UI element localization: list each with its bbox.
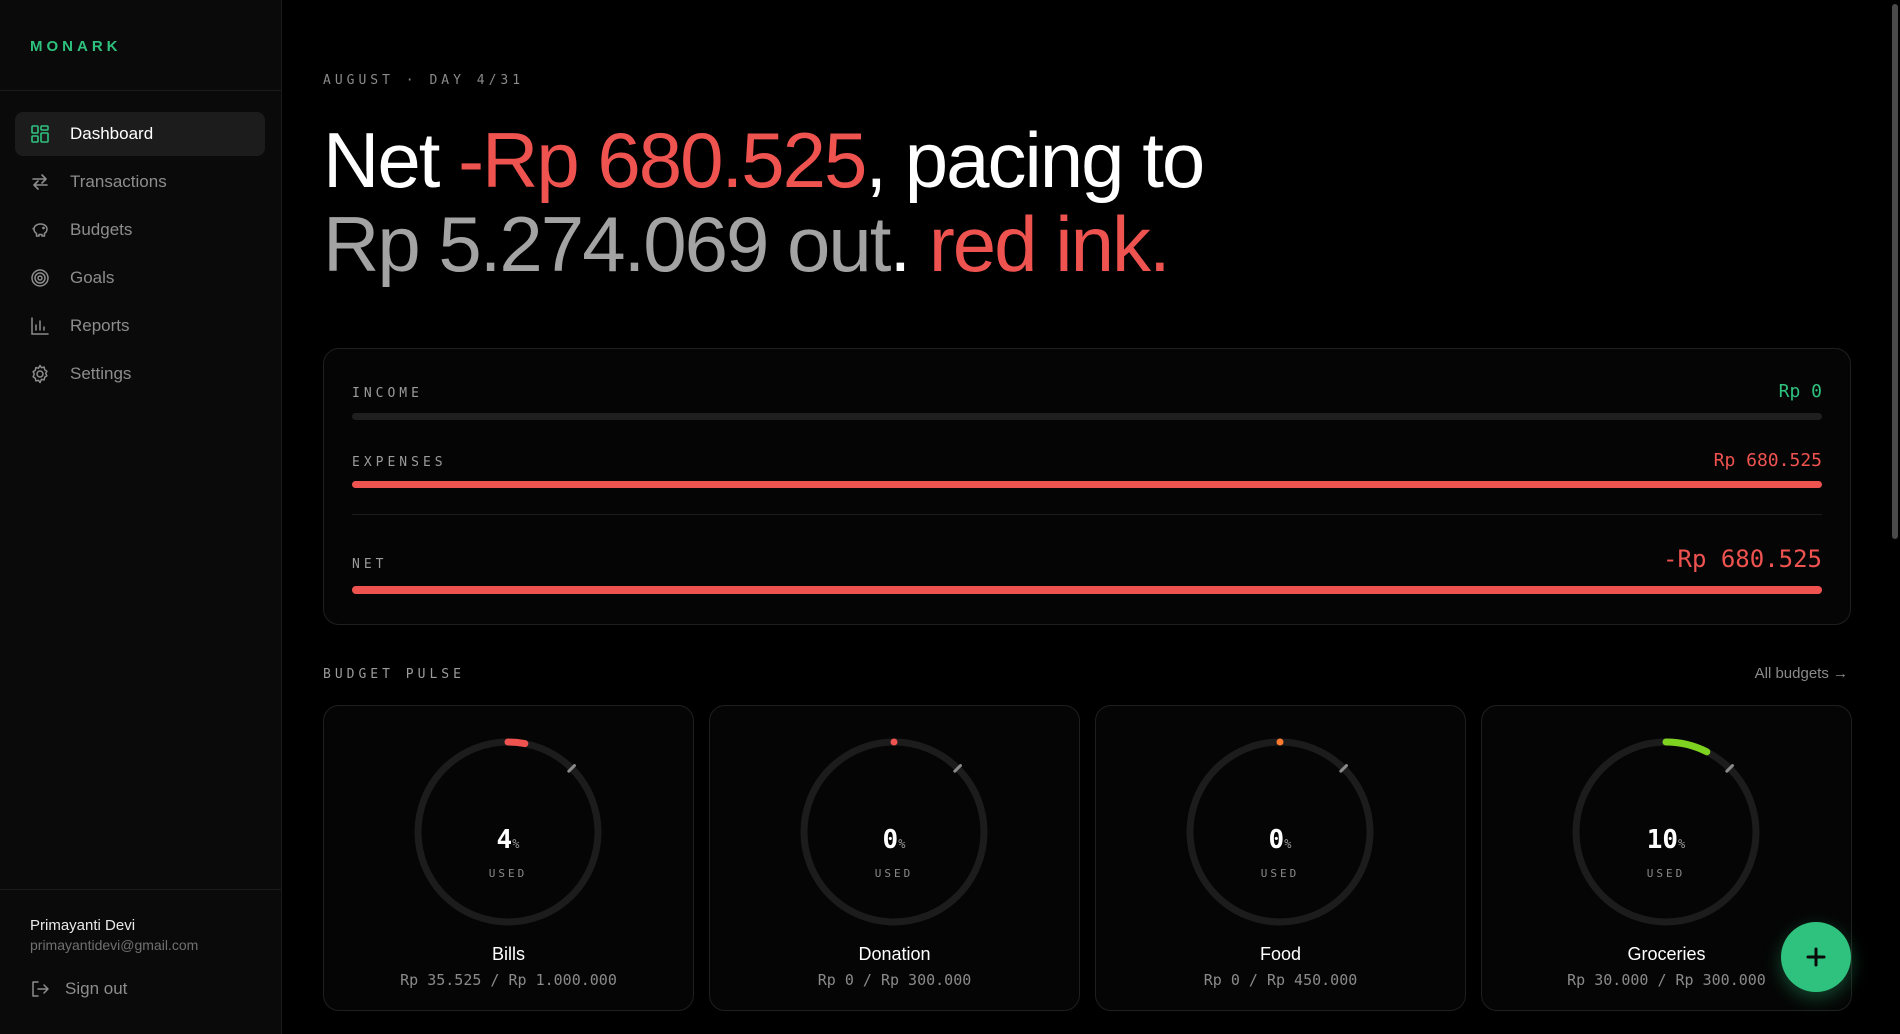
- expenses-bar: [352, 481, 1822, 488]
- headline-text: , pacing to: [865, 116, 1205, 204]
- income-value: Rp 0: [1778, 381, 1822, 402]
- budget-category-name: Food: [1259, 944, 1302, 964]
- sidebar-item-transactions[interactable]: Transactions: [15, 160, 265, 204]
- sidebar-item-budgets[interactable]: Budgets: [15, 208, 265, 252]
- gauge-percent-unit: %: [1284, 837, 1292, 851]
- gauge-progress-arc: [1662, 738, 1711, 756]
- transactions-icon: [30, 172, 50, 192]
- income-label: INCOME: [352, 386, 423, 401]
- gauge-percent-unit: %: [1678, 837, 1686, 851]
- gauge-percent-value: 0: [882, 825, 899, 855]
- sidebar-item-settings[interactable]: Settings: [15, 352, 265, 396]
- sidebar-item-label: Goals: [70, 268, 115, 287]
- headline-pacing-amount: Rp 5.274.069 out: [323, 200, 891, 288]
- target-icon: [30, 268, 50, 288]
- sidebar-item-label: Transactions: [70, 172, 167, 191]
- budget-gauge: 10% USED: [1564, 730, 1768, 934]
- dashboard-icon: [30, 124, 50, 144]
- sidebar-item-label: Settings: [70, 364, 132, 383]
- brand-logo[interactable]: MONARK: [30, 38, 122, 55]
- budget-gauge: 0% USED: [1178, 730, 1382, 934]
- headline-net-amount: -Rp 680.525: [458, 116, 867, 204]
- gauge-percent: 4%: [406, 825, 610, 855]
- user-email: primayantidevi@gmail.com: [30, 937, 199, 953]
- gauge-percent-unit: %: [898, 837, 906, 851]
- net-bar-fill: [352, 586, 1822, 594]
- page-headline: Net -Rp 680.525, pacing to Rp 5.274.069 o…: [323, 118, 1723, 286]
- sign-out-label: Sign out: [65, 979, 128, 998]
- sidebar-item-label: Dashboard: [70, 124, 154, 143]
- gauge-progress-dot: [890, 738, 898, 746]
- budget-amount: Rp 0 / Rp 450.000: [1203, 971, 1358, 989]
- gauge-used-label: USED: [874, 867, 914, 880]
- budget-pulse-title: BUDGET PULSE: [323, 667, 465, 682]
- gauge-used-label: USED: [1646, 867, 1686, 880]
- expenses-bar-fill: [352, 481, 1822, 488]
- budget-card[interactable]: 0% USED Food Rp 0 / Rp 450.000: [1095, 705, 1466, 1011]
- net-label: NET: [352, 557, 388, 572]
- piggy-bank-icon: [30, 220, 50, 240]
- budget-category-name: Bills: [491, 944, 525, 964]
- bar-chart-icon: [30, 316, 50, 336]
- sidebar-divider: [0, 90, 281, 91]
- all-budgets-link[interactable]: All budgets →: [1755, 665, 1848, 682]
- headline-text: .: [889, 200, 929, 288]
- sidebar-item-goals[interactable]: Goals: [15, 256, 265, 300]
- gauge-percent: 0%: [792, 825, 996, 855]
- plus-icon: [1806, 947, 1826, 967]
- sidebar-item-dashboard[interactable]: Dashboard: [15, 112, 265, 156]
- user-name: Primayanti Devi: [30, 917, 136, 934]
- expenses-label: EXPENSES: [352, 455, 447, 470]
- budget-amount: Rp 35.525 / Rp 1.000.000: [400, 971, 617, 989]
- gauge-used-label: USED: [1260, 867, 1300, 880]
- budget-card[interactable]: 4% USED Bills Rp 35.525 / Rp 1.000.000: [323, 705, 694, 1011]
- sidebar-item-reports[interactable]: Reports: [15, 304, 265, 348]
- headline-verdict: red ink.: [928, 200, 1171, 288]
- budget-card[interactable]: 0% USED Donation Rp 0 / Rp 300.000: [709, 705, 1080, 1011]
- sidebar-item-label: Reports: [70, 316, 130, 335]
- sidebar-divider: [0, 889, 281, 890]
- summary-card: INCOME Rp 0 EXPENSES Rp 680.525 NET -Rp …: [323, 348, 1851, 625]
- gauge-progress-arc: [504, 738, 529, 748]
- budget-gauge: 4% USED: [406, 730, 610, 934]
- gauge-progress-dot: [1276, 738, 1284, 746]
- gauge-percent-unit: %: [512, 837, 520, 851]
- gauge-percent-value: 4: [496, 825, 513, 855]
- expenses-value: Rp 680.525: [1713, 450, 1822, 471]
- gauge-used-label: USED: [488, 867, 528, 880]
- gauge-percent-value: 0: [1268, 825, 1285, 855]
- sign-out-icon: [32, 981, 49, 997]
- scrollbar[interactable]: [1892, 4, 1898, 539]
- sidebar-item-label: Budgets: [70, 220, 133, 239]
- gear-icon: [30, 364, 50, 384]
- net-value: -Rp 680.525: [1663, 545, 1822, 573]
- gauge-percent: 0%: [1178, 825, 1382, 855]
- add-transaction-button[interactable]: [1781, 922, 1851, 992]
- sidebar-nav: Dashboard Transactions Budgets Goals Rep…: [15, 112, 265, 400]
- summary-divider: [352, 514, 1822, 515]
- budget-gauge: 0% USED: [792, 730, 996, 934]
- budget-amount: Rp 0 / Rp 300.000: [817, 971, 972, 989]
- net-bar: [352, 586, 1822, 594]
- income-bar: [352, 413, 1822, 420]
- sidebar: MONARK Dashboard Transactions Budgets Go…: [0, 0, 282, 1034]
- date-eyebrow: AUGUST · DAY 4/31: [323, 73, 525, 88]
- budget-category-name: Donation: [858, 944, 931, 964]
- headline-text: Net: [323, 116, 459, 204]
- sign-out-button[interactable]: Sign out: [30, 979, 127, 999]
- gauge-percent-value: 10: [1646, 825, 1679, 855]
- gauge-percent: 10%: [1564, 825, 1768, 855]
